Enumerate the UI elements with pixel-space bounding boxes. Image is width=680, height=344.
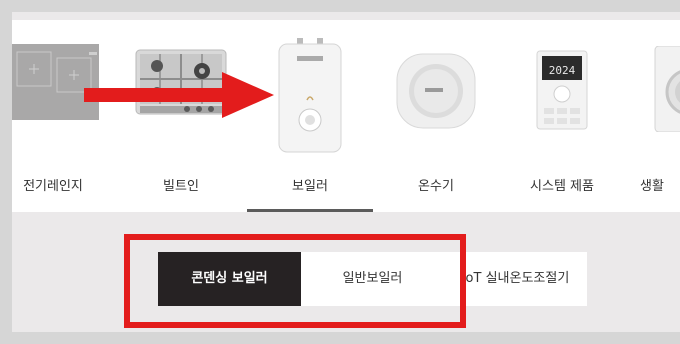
annotation-arrow-icon: [84, 72, 274, 118]
